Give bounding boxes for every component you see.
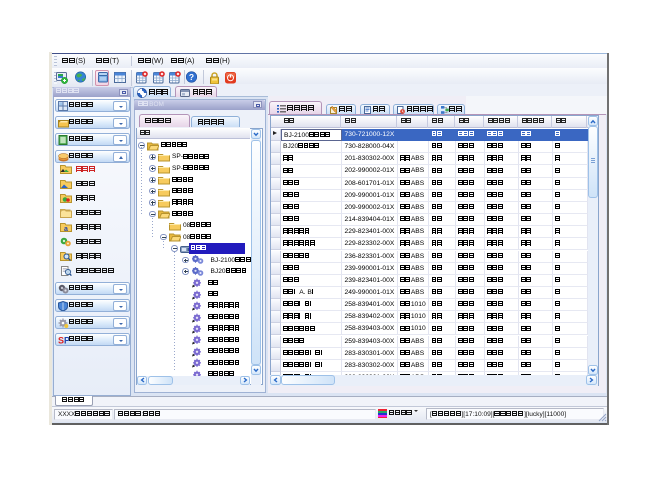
svg-text:?: ? (189, 72, 194, 82)
svg-text:a: a (64, 226, 68, 232)
